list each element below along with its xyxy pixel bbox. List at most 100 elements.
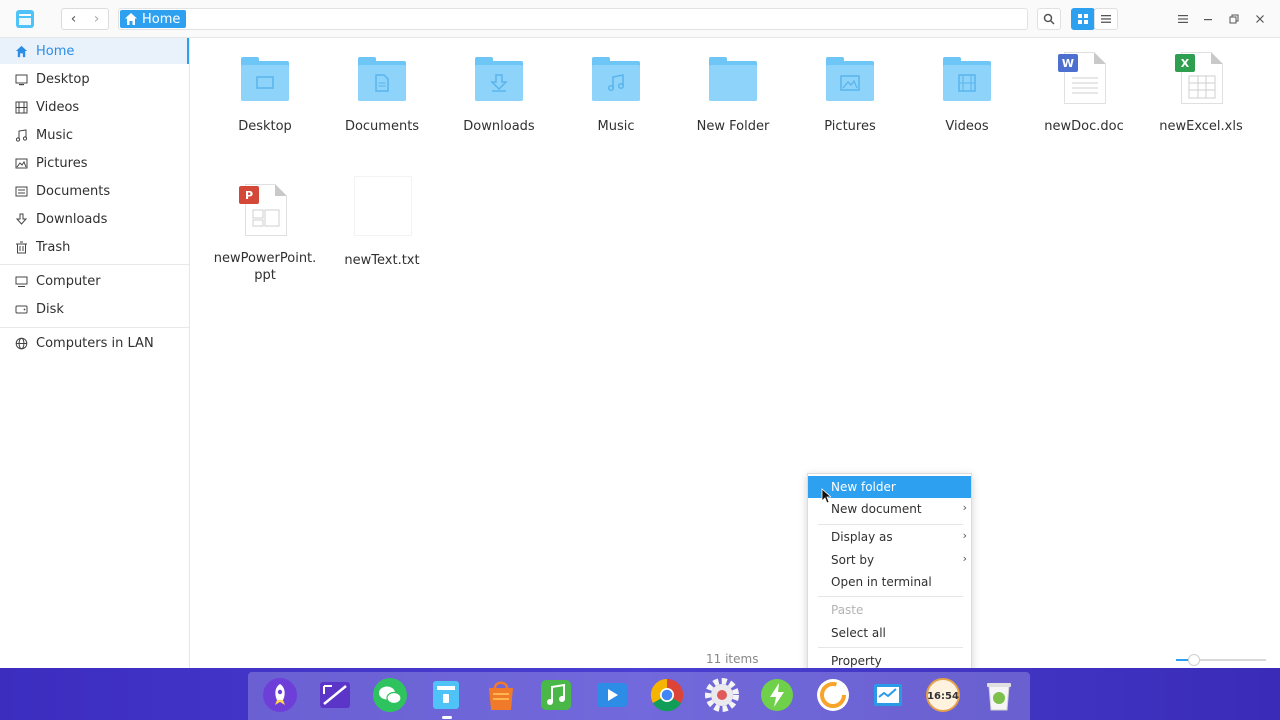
close-button[interactable] — [1249, 9, 1271, 29]
excel-badge: X — [1175, 54, 1195, 72]
menu-item-new-document[interactable]: New document › — [808, 498, 971, 520]
sidebar-item-label: Music — [36, 127, 73, 143]
folder-icon — [703, 48, 763, 108]
file-item[interactable]: New Folder — [678, 48, 788, 135]
menu-button[interactable] — [1172, 9, 1194, 29]
file-item[interactable]: Music — [561, 48, 671, 135]
menu-item-open-in-terminal[interactable]: Open in terminal — [808, 571, 971, 593]
refresh-icon[interactable] — [814, 676, 852, 714]
mouse-cursor-icon — [821, 488, 831, 504]
video-icon — [14, 100, 28, 114]
computer-icon — [14, 274, 28, 288]
sidebar-item-disk[interactable]: Disk — [0, 296, 189, 322]
clock-icon[interactable]: 16:54 — [924, 676, 962, 714]
sidebar-item-label: Desktop — [36, 71, 90, 87]
menu-item-select-all[interactable]: Select all — [808, 622, 971, 644]
minimize-icon — [1204, 19, 1212, 21]
sidebar-item-label: Computers in LAN — [36, 335, 154, 351]
menu-icon — [1178, 15, 1188, 23]
restore-icon — [1229, 14, 1239, 24]
file-name: newText.txt — [344, 253, 420, 268]
file-name: Pictures — [824, 119, 876, 134]
menu-item-display-as[interactable]: Display as › — [808, 526, 971, 548]
file-name: Videos — [945, 119, 989, 134]
menu-divider — [818, 524, 963, 525]
power-icon[interactable] — [758, 676, 796, 714]
file-item[interactable]: Pictures — [795, 48, 905, 135]
path-bar[interactable]: Home — [118, 8, 1028, 30]
sidebar-item-documents[interactable]: Documents — [0, 178, 189, 204]
video-player-icon[interactable] — [593, 676, 631, 714]
list-view-icon — [1101, 15, 1111, 23]
context-menu: New folder New document › Display as › Sor… — [807, 473, 972, 674]
file-item[interactable]: P newPowerPoint. ppt — [210, 180, 320, 284]
screenshot-icon[interactable] — [316, 676, 354, 714]
submenu-arrow-icon: › — [962, 529, 967, 542]
sidebar-item-home[interactable]: Home — [0, 38, 189, 64]
file-name: New Folder — [696, 119, 770, 134]
menu-item-paste: Paste — [831, 603, 864, 617]
file-manager-icon[interactable] — [427, 676, 465, 714]
breadcrumb-home[interactable]: Home — [120, 10, 187, 28]
file-item[interactable]: W newDoc.doc — [1029, 48, 1139, 135]
file-item[interactable]: Desktop — [210, 48, 320, 135]
launcher-icon[interactable] — [261, 676, 299, 714]
system-monitor-icon[interactable] — [869, 676, 907, 714]
sidebar-item-desktop[interactable]: Desktop — [0, 66, 189, 92]
music-player-icon[interactable] — [537, 676, 575, 714]
back-button[interactable]: ‹ — [62, 9, 85, 29]
sidebar-item-label: Disk — [36, 301, 64, 317]
file-name: Documents — [344, 119, 420, 134]
sidebar-item-pictures[interactable]: Pictures — [0, 150, 189, 176]
sidebar-item-computer[interactable]: Computer — [0, 268, 189, 294]
search-icon — [1043, 13, 1055, 25]
menu-divider — [818, 647, 963, 648]
file-item[interactable]: newText.txt — [327, 176, 437, 269]
settings-icon[interactable] — [703, 676, 741, 714]
file-item[interactable]: Downloads — [444, 48, 554, 135]
search-button[interactable] — [1037, 8, 1061, 30]
forward-button[interactable]: › — [85, 9, 108, 29]
word-document-icon: W — [1054, 48, 1114, 108]
dock-panel — [248, 672, 1030, 720]
sidebar-item-music[interactable]: Music — [0, 122, 189, 148]
breadcrumb-label: Home — [142, 11, 181, 27]
menu-item-new-folder[interactable]: New folder — [808, 476, 971, 498]
chrome-icon[interactable] — [648, 676, 686, 714]
file-item[interactable]: Videos — [912, 48, 1022, 135]
trash-icon[interactable] — [980, 676, 1018, 714]
file-item[interactable]: X newExcel.xls — [1146, 48, 1256, 135]
sidebar-item-label: Downloads — [36, 211, 108, 227]
file-name: Desktop — [238, 119, 292, 134]
sidebar-item-label: Home — [36, 43, 75, 59]
picture-icon — [14, 156, 28, 170]
icon-view-button[interactable] — [1071, 8, 1095, 30]
file-item[interactable]: Documents — [327, 48, 437, 135]
sidebar-item-computers-in-lan[interactable]: Computers in LAN — [0, 330, 189, 356]
home-icon — [125, 13, 137, 25]
sidebar-item-label: Pictures — [36, 155, 88, 171]
sidebar-item-downloads[interactable]: Downloads — [0, 206, 189, 232]
close-icon — [1256, 15, 1264, 23]
download-icon — [14, 212, 28, 226]
sidebar-item-videos[interactable]: Videos — [0, 94, 189, 120]
restore-button[interactable] — [1223, 9, 1245, 29]
home-icon — [14, 44, 28, 58]
list-view-button[interactable] — [1094, 8, 1118, 30]
folder-icon — [586, 48, 646, 108]
powerpoint-badge: P — [239, 186, 259, 204]
desktop-icon — [14, 72, 28, 86]
menu-item-sort-by[interactable]: Sort by › — [808, 549, 971, 571]
app-store-icon[interactable] — [482, 676, 520, 714]
trash-icon — [14, 240, 28, 254]
wechat-icon[interactable] — [371, 676, 409, 714]
file-name: Music — [597, 119, 635, 134]
zoom-slider[interactable] — [1176, 654, 1266, 666]
sidebar-item-label: Documents — [36, 183, 111, 199]
minimize-button[interactable] — [1197, 9, 1219, 29]
file-view[interactable]: Desktop Documents Downloads Music New Fo… — [191, 38, 1280, 668]
submenu-arrow-icon: › — [962, 552, 967, 565]
sidebar-item-trash[interactable]: Trash — [0, 234, 189, 260]
folder-icon — [469, 48, 529, 108]
zoom-slider-thumb[interactable] — [1188, 654, 1200, 666]
